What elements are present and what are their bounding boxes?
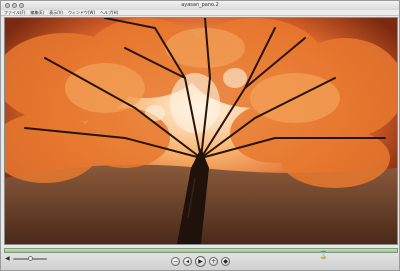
- menu-view[interactable]: 表示(V): [49, 10, 63, 16]
- rewind-button[interactable]: ◂: [183, 257, 192, 266]
- menu-window[interactable]: ウィンドウ(W): [68, 10, 95, 16]
- viewer-window: ayasan_pano.2 ファイル(F) 編集(E) 表示(V) ウィンドウ(…: [0, 0, 400, 271]
- menu-edit[interactable]: 編集(E): [30, 10, 44, 16]
- hotspot-button[interactable]: ◆: [221, 257, 230, 266]
- zoom-out-button[interactable]: −: [171, 257, 180, 266]
- menu-bar: ファイル(F) 編集(E) 表示(V) ウィンドウ(W) ヘルプ(H): [1, 10, 399, 16]
- panorama-image[interactable]: [5, 18, 397, 244]
- playback-controls: − ◂ ▶ + ◆: [1, 256, 399, 268]
- panorama-viewport[interactable]: [4, 17, 398, 245]
- play-button[interactable]: ▶: [195, 256, 206, 267]
- zoom-in-button[interactable]: +: [209, 257, 218, 266]
- menu-help[interactable]: ヘルプ(H): [100, 10, 118, 16]
- menu-file[interactable]: ファイル(F): [4, 10, 25, 16]
- control-bar: ⌛ ◀ − ◂ ▶ + ◆: [1, 245, 399, 270]
- time-slider[interactable]: [4, 248, 398, 253]
